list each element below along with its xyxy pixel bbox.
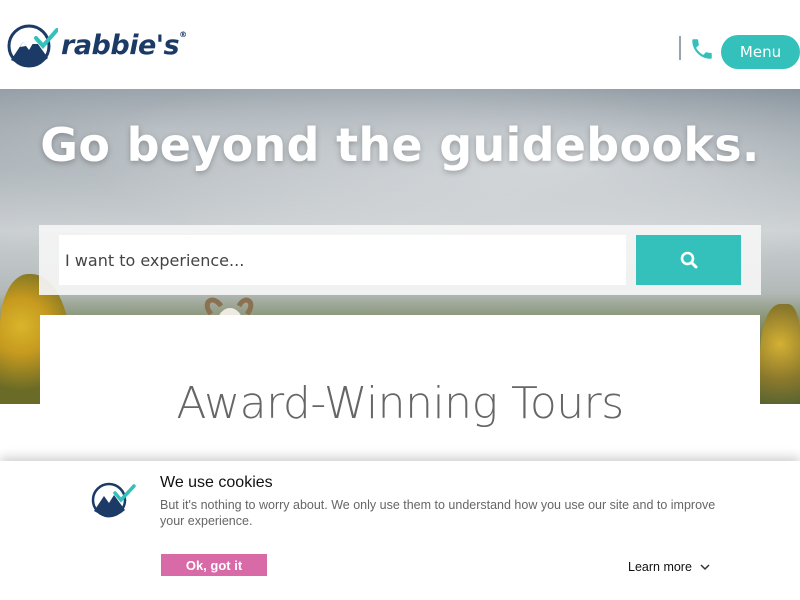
cookie-title: We use cookies bbox=[160, 474, 273, 491]
section-title: Award-Winning Tours bbox=[176, 378, 624, 429]
search-button[interactable] bbox=[636, 235, 741, 285]
rabbies-logo[interactable]: rabbie's® bbox=[6, 22, 187, 68]
logo-mountain-icon bbox=[7, 24, 58, 68]
menu-button[interactable]: Menu bbox=[721, 35, 800, 69]
header-divider bbox=[679, 36, 681, 60]
site-header: rabbie's® Menu bbox=[0, 0, 800, 89]
learn-more-label: Learn more bbox=[628, 560, 692, 574]
logo-text: rabbie's® bbox=[61, 29, 187, 61]
learn-more-link[interactable]: Learn more bbox=[628, 560, 710, 574]
hero-title: Go beyond the guidebooks. bbox=[40, 118, 760, 172]
accept-cookies-button[interactable]: Ok, got it bbox=[161, 554, 267, 576]
cookie-description: But it's nothing to worry about. We only… bbox=[160, 498, 716, 528]
experience-search-input[interactable]: I want to experience... bbox=[59, 235, 626, 285]
chevron-down-icon bbox=[700, 563, 710, 570]
search-icon bbox=[680, 251, 697, 269]
cookie-logo-icon bbox=[91, 482, 136, 518]
phone-icon[interactable] bbox=[689, 36, 715, 62]
